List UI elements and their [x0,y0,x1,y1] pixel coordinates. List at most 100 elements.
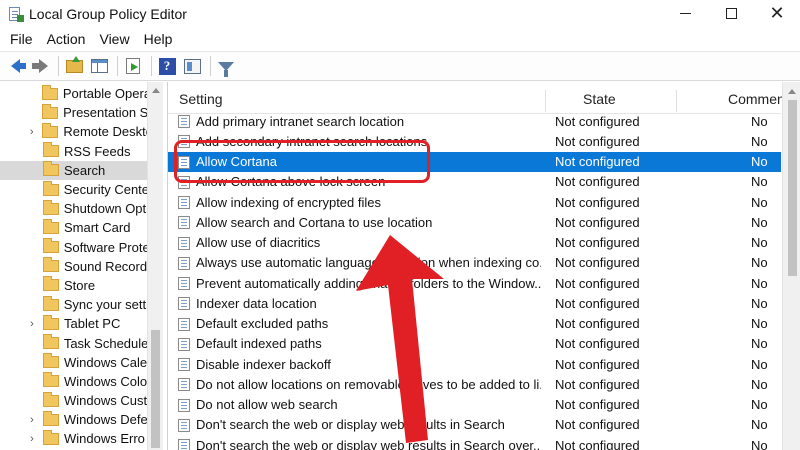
policy-row[interactable]: Allow search and Cortana to use location… [168,212,781,232]
folder-icon [41,84,58,100]
menu-file[interactable]: File [3,31,40,47]
tree-item[interactable]: Windows Cale [0,353,147,372]
tree-item-label: Sound Record [63,258,147,274]
properties-button[interactable] [181,55,203,77]
tree-item[interactable]: Windows Colo [0,372,147,391]
policy-row[interactable]: Allow use of diacritics Not configured No [168,233,781,253]
tree-item[interactable]: Windows Cust [0,391,147,410]
policy-row[interactable]: Indexer data location Not configured No [168,293,781,313]
list-scrollbar[interactable] [782,82,800,450]
close-button[interactable]: ✕ [754,0,800,27]
tree-item[interactable]: RSS Feeds [0,142,147,161]
back-button[interactable] [4,55,26,77]
tree-item[interactable]: Sound Record [0,257,147,276]
tree-item[interactable]: Smart Card [0,218,147,237]
expander-chevron-icon[interactable]: › [27,433,37,445]
tree-item[interactable]: Presentation Se [0,103,147,122]
tree-item-label: Windows Defe [63,412,147,428]
policy-state: Not configured [555,275,640,291]
menu-view[interactable]: View [92,31,136,47]
policy-name: Allow search and Cortana to use location [196,214,433,230]
show-hide-tree-button[interactable] [88,55,110,77]
toolbar-separator [117,56,118,76]
policy-row[interactable]: Disable indexer backoff Not configured No [168,354,781,374]
policy-row[interactable]: Do not allow web search Not configured No [168,395,781,415]
policy-row[interactable]: Add primary intranet search location Not … [168,111,781,131]
column-divider[interactable] [676,90,677,112]
tree-item[interactable]: Software Prote [0,238,147,257]
scroll-up-arrow-icon[interactable] [152,88,160,93]
policy-state: Not configured [555,154,640,170]
menu-action[interactable]: Action [40,31,93,47]
toolbar-separator [210,56,211,76]
tree-item-label: Task Schedule [63,335,147,351]
tree-item-label: Windows Cale [63,354,147,370]
forward-icon [31,59,48,73]
policy-setting-icon [178,378,190,392]
folder-icon [43,142,59,158]
policy-row[interactable]: Default indexed paths Not configured No [168,334,781,354]
tree-item[interactable]: › Remote Deskto [0,122,147,141]
expander-chevron-icon[interactable]: › [27,318,37,330]
policy-row[interactable]: Default excluded paths Not configured No [168,314,781,334]
policy-row[interactable]: Don't search the web or display web resu… [168,415,781,435]
tree-item-label: Portable Operati [62,86,147,102]
policy-state: Not configured [555,295,640,311]
column-comment[interactable]: Commen [728,91,785,107]
forward-button[interactable] [29,55,51,77]
policy-state: Not configured [555,316,640,332]
tree-item-label: Store [64,277,96,293]
list-scrollbar-thumb[interactable] [788,100,797,276]
policy-row[interactable]: Don't search the web or display web resu… [168,435,781,450]
folder-icon [42,410,59,426]
policy-row[interactable]: Allow indexing of encrypted files Not con… [168,192,781,212]
scroll-up-arrow-icon[interactable] [788,89,796,94]
tree-scrollbar[interactable] [147,82,163,450]
maximize-button[interactable] [708,0,754,27]
policy-name: Add primary intranet search location [196,113,405,129]
tree-item[interactable]: Shutdown Opti [0,199,147,218]
policy-row[interactable]: Do not allow locations on removable driv… [168,374,781,394]
policy-state: Not configured [555,397,640,413]
policy-setting-icon [178,358,190,371]
tree-item[interactable]: › Windows Erro [0,429,147,448]
policy-state: Not configured [555,174,640,190]
show-hide-tree-icon [90,59,108,73]
tree-item[interactable]: Security Cente [0,180,147,199]
filter-button[interactable] [215,55,237,77]
folder-icon [42,295,59,311]
column-state[interactable]: State [583,91,616,107]
column-setting[interactable]: Setting [179,91,223,107]
menu-help[interactable]: Help [137,31,180,47]
policy-setting-icon [178,439,190,450]
tree-items: Portable Operati Presentation Se › Remote D… [0,84,147,449]
minimize-icon [679,13,691,14]
tree-item-label: Software Prote [63,239,147,255]
policy-row[interactable]: Always use automatic language detection … [168,253,781,273]
export-list-button[interactable] [122,55,144,77]
tree-item[interactable]: Task Schedule [0,333,147,352]
tree-scrollbar-thumb[interactable] [151,330,160,448]
folder-icon [42,238,59,254]
policy-row[interactable]: Prevent automatically adding shared fold… [168,273,781,293]
minimize-button[interactable] [662,0,708,27]
tree-item[interactable]: › Tablet PC [0,314,147,333]
up-one-level-button[interactable] [63,55,85,77]
tree-item-label: Windows Cust [63,393,147,409]
toolbar-separator [151,56,152,76]
expander-chevron-icon[interactable]: › [27,126,36,138]
expander-chevron-icon[interactable]: › [27,414,37,426]
column-divider[interactable] [545,90,546,112]
tree-item[interactable]: Portable Operati [0,84,147,103]
policy-setting-icon [178,216,190,230]
help-button[interactable]: ? [156,55,178,77]
tree-item[interactable]: Store [0,276,147,295]
tree-item[interactable]: Sync your setti [0,295,147,314]
tree-item[interactable]: Search [0,160,147,180]
up-folder-icon [65,55,83,73]
navigation-tree: Portable Operati Presentation Se › Remote D… [0,82,163,450]
tree-item[interactable]: › Windows Defe [0,410,147,429]
folder-icon [42,103,59,119]
toolbar: ? [0,51,800,81]
policy-state: Not configured [555,356,640,372]
